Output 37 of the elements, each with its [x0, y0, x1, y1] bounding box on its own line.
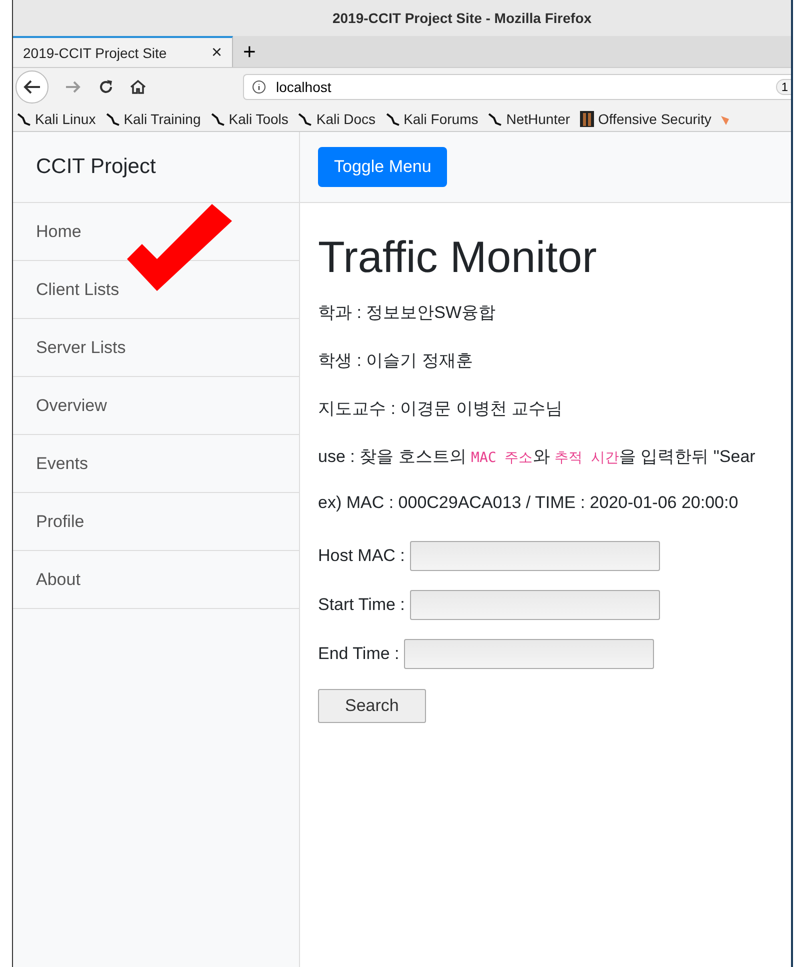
window-title: 2019-CCIT Project Site - Mozilla Firefox [332, 10, 592, 26]
sidebar-item[interactable]: Events [13, 435, 299, 493]
info-text: ex) MAC : 000C29ACA013 / TIME : 2020-01-06 20:00:0 [318, 493, 740, 514]
sidebar-item[interactable]: Overview [13, 377, 299, 435]
page-heading: Traffic Monitor [318, 233, 598, 283]
sidebar-item[interactable]: About [13, 551, 299, 609]
browser-tab[interactable]: 2019-CCIT Project Site × [13, 36, 233, 67]
home-icon[interactable] [129, 78, 147, 96]
search-button[interactable]: Search [318, 689, 426, 723]
info-icon[interactable] [252, 80, 266, 94]
input-field[interactable] [410, 541, 660, 571]
toggle-menu-button[interactable]: Toggle Menu [318, 147, 448, 187]
bookmark-link[interactable]: Offensive Security [580, 110, 712, 126]
address-bar[interactable]: localhost 1 [243, 74, 791, 100]
bookmark-link[interactable]: Kali Docs [298, 110, 376, 126]
field-label: End Time : [318, 644, 400, 664]
input-field[interactable] [410, 590, 660, 620]
info-text: use : 찾을 호스트의 MAC 주소와 추적 시간을 입력한뒤 "Sear [318, 446, 756, 467]
info-text: 학과 : 정보보안SW융합 [318, 302, 497, 323]
sidebar-item[interactable]: Server Lists [13, 319, 299, 377]
bookmark-link[interactable]: NetHunter [488, 110, 570, 126]
info-text: 지도교수 : 이경문 이병천 교수님 [318, 398, 564, 419]
bookmark-link[interactable]: Kali Tools [210, 110, 288, 126]
input-field[interactable] [404, 639, 654, 669]
info-text: 학생 : 이슬기 정재훈 [318, 350, 474, 371]
field-label: Host MAC : [318, 546, 405, 566]
bookmark-link[interactable]: Kali Linux [17, 110, 96, 126]
sidebar-item[interactable]: Profile [13, 493, 299, 551]
reload-icon[interactable] [97, 78, 115, 96]
field-label: Start Time : [318, 595, 405, 615]
bookmark-link[interactable]: Kali Forums [386, 110, 478, 126]
bookmark-link[interactable]: Kali Training [106, 110, 201, 126]
close-tab-button[interactable]: × [211, 42, 222, 63]
new-tab-button[interactable]: + [233, 36, 266, 67]
sidebar-brand: CCIT Project [13, 132, 299, 203]
back-icon[interactable] [15, 70, 49, 104]
zoom-badge[interactable]: 1 [776, 79, 791, 95]
